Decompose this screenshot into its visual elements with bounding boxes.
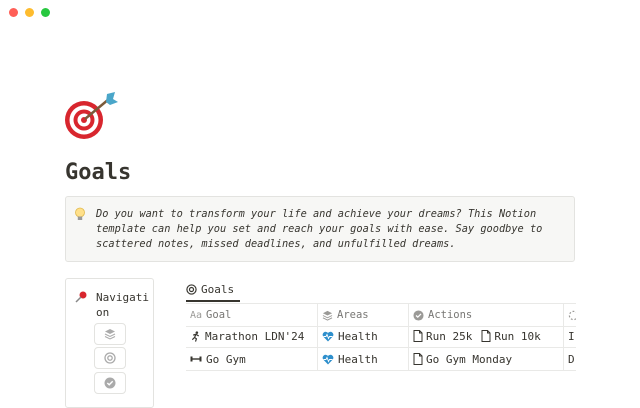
running-icon — [190, 330, 201, 342]
nav-goals-button[interactable] — [94, 347, 126, 369]
goal-cell[interactable]: Go Gym — [186, 348, 318, 370]
target-icon — [104, 352, 116, 364]
progress-cell[interactable]: I — [564, 325, 576, 347]
progress-cell[interactable]: D — [564, 348, 576, 370]
check-circle-icon — [413, 309, 424, 321]
callout-text: Do you want to transform your life and a… — [96, 208, 543, 250]
action-link[interactable]: Run 25k — [413, 330, 472, 343]
document-icon — [413, 330, 423, 342]
goal-cell[interactable]: Marathon LDN'24 — [186, 325, 318, 347]
pushpin-icon — [74, 290, 88, 304]
area-cell[interactable]: Health — [318, 348, 409, 370]
table-row[interactable]: Go Gym Health Go Gym Monday D — [186, 348, 576, 371]
column-header-actions[interactable]: Actions — [409, 304, 564, 326]
actions-cell[interactable]: Go Gym Monday — [409, 348, 564, 370]
navigation-label: Navigation — [96, 291, 149, 319]
column-header-goal[interactable]: Aa Goal — [186, 304, 318, 326]
table-header-row: Aa Goal Areas Actions — [186, 303, 576, 327]
lightbulb-icon — [74, 207, 86, 222]
action-link[interactable]: Go Gym Monday — [413, 353, 512, 366]
text-property-icon: Aa — [190, 309, 203, 321]
document-icon — [413, 353, 423, 365]
action-link[interactable]: Run 10k — [481, 330, 541, 343]
tab-label: Goals — [201, 283, 235, 296]
actions-cell[interactable]: Run 25k Run 10k — [409, 325, 564, 347]
page-title: Goals — [65, 160, 132, 185]
column-header-areas[interactable]: Areas — [318, 304, 409, 326]
check-circle-icon — [104, 377, 116, 389]
layers-icon — [104, 328, 116, 340]
document-icon — [481, 330, 491, 342]
layers-icon — [322, 310, 333, 321]
loading-icon — [568, 310, 576, 321]
column-header-progress[interactable] — [564, 304, 576, 326]
nav-areas-button[interactable] — [94, 323, 126, 345]
nav-actions-button[interactable] — [94, 372, 126, 394]
callout-block: Do you want to transform your life and a… — [65, 196, 575, 262]
maximize-window-button[interactable] — [41, 8, 50, 17]
target-icon — [186, 284, 197, 295]
window-controls — [9, 8, 50, 17]
table-row[interactable]: Marathon LDN'24 Health Run 25k Run 10k I — [186, 325, 576, 348]
area-cell[interactable]: Health — [318, 325, 409, 347]
target-dart-icon[interactable] — [62, 90, 122, 142]
tab-active-indicator — [186, 300, 240, 302]
heart-pulse-icon — [322, 354, 334, 365]
close-window-button[interactable] — [9, 8, 18, 17]
minimize-window-button[interactable] — [25, 8, 34, 17]
heart-pulse-icon — [322, 331, 334, 342]
dumbbell-icon — [190, 354, 202, 364]
navigation-panel: Navigation — [65, 278, 154, 408]
tab-goals[interactable]: Goals — [186, 283, 234, 296]
goals-table: Aa Goal Areas Actions Marathon LDN'24 He… — [186, 303, 576, 375]
